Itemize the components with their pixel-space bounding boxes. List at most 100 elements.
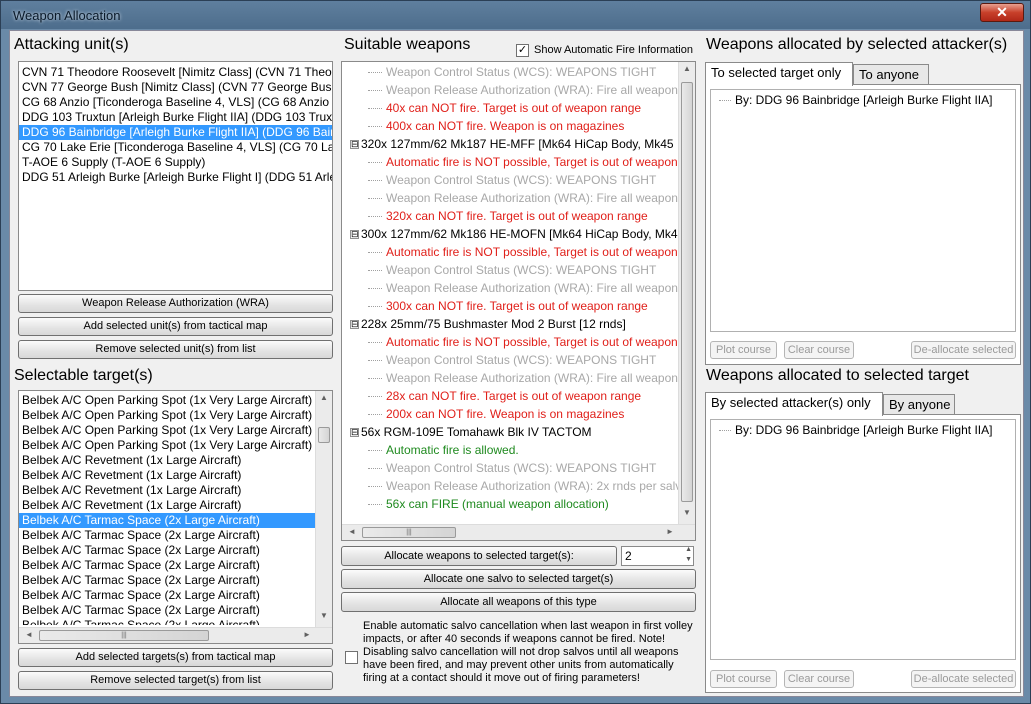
- weapon-tree-detail[interactable]: 300x can NOT fire. Target is out of weap…: [342, 297, 678, 315]
- clear-course-button[interactable]: Clear course: [784, 670, 854, 688]
- collapse-icon[interactable]: ⊟: [350, 428, 359, 438]
- deallocate-selected-button[interactable]: De-allocate selected: [911, 670, 1016, 688]
- scroll-down-arrow-icon[interactable]: ▼: [679, 508, 695, 517]
- target-row[interactable]: Belbek A/C Open Parking Spot (1x Very La…: [19, 393, 315, 408]
- attacking-units-list[interactable]: CVN 71 Theodore Roosevelt [Nimitz Class]…: [18, 61, 333, 291]
- target-row[interactable]: Belbek A/C Tarmac Space (2x Large Aircra…: [19, 528, 315, 543]
- weapon-tree-detail[interactable]: Weapon Control Status (WCS): WEAPONS TIG…: [342, 171, 678, 189]
- plot-course-button[interactable]: Plot course: [710, 670, 777, 688]
- remove-targets-button[interactable]: Remove selected target(s) from list: [18, 671, 333, 690]
- target-row[interactable]: Belbek A/C Tarmac Space (2x Large Aircra…: [19, 543, 315, 558]
- weapon-tree-detail[interactable]: Weapon Control Status (WCS): WEAPONS TIG…: [342, 63, 678, 81]
- tab-by-anyone[interactable]: By anyone: [883, 394, 955, 414]
- weapon-tree-detail[interactable]: Weapon Release Authorization (WRA): Fire…: [342, 279, 678, 297]
- weapon-tree-detail[interactable]: 200x can NOT fire. Weapon is on magazine…: [342, 405, 678, 423]
- allocate-quantity-value[interactable]: 2: [625, 549, 632, 563]
- weapon-tree-detail[interactable]: 320x can NOT fire. Target is out of weap…: [342, 207, 678, 225]
- weapon-tree-detail[interactable]: 400x can NOT fire. Weapon is on magazine…: [342, 117, 678, 135]
- weapon-tree-detail[interactable]: Automatic fire is NOT possible, Target i…: [342, 333, 678, 351]
- target-row[interactable]: Belbek A/C Open Parking Spot (1x Very La…: [19, 423, 315, 438]
- weapon-tree-detail[interactable]: Weapon Release Authorization (WRA): Fire…: [342, 189, 678, 207]
- weapon-tree-detail[interactable]: Automatic fire is NOT possible, Target i…: [342, 153, 678, 171]
- targets-vscroll-thumb[interactable]: [318, 427, 330, 443]
- attacking-unit-row[interactable]: CVN 71 Theodore Roosevelt [Nimitz Class]…: [19, 65, 332, 80]
- attacking-unit-row[interactable]: CG 68 Anzio [Ticonderoga Baseline 4, VLS…: [19, 95, 332, 110]
- attacking-unit-row[interactable]: CVN 77 George Bush [Nimitz Class] (CVN 7…: [19, 80, 332, 95]
- selectable-targets-list[interactable]: Belbek A/C Open Parking Spot (1x Very La…: [18, 390, 333, 644]
- salvo-cancellation-checkbox[interactable]: [345, 651, 358, 664]
- title-bar[interactable]: Weapon Allocation ✕: [1, 1, 1030, 29]
- targets-vscroll[interactable]: ▲ ▼: [315, 391, 332, 627]
- weapon-tree-node[interactable]: ⊟ 228x 25mm/75 Bushmaster Mod 2 Burst [12…: [342, 315, 678, 333]
- weapon-tree-detail[interactable]: Automatic fire is allowed.: [342, 441, 678, 459]
- weapon-tree-detail[interactable]: 56x can FIRE (manual weapon allocation): [342, 495, 678, 513]
- scroll-left-arrow-icon[interactable]: ◄: [344, 527, 360, 536]
- weapon-tree-node[interactable]: ⊟ 56x RGM-109E Tomahawk Blk IV TACTOM: [342, 423, 678, 441]
- to-target-tree-item[interactable]: By: DDG 96 Bainbridge [Arleigh Burke Fli…: [719, 423, 992, 437]
- weapon-tree-detail[interactable]: Weapon Control Status (WCS): WEAPONS TIG…: [342, 261, 678, 279]
- collapse-icon[interactable]: ⊟: [350, 320, 359, 330]
- scroll-up-arrow-icon[interactable]: ▲: [316, 393, 332, 402]
- spinner-down-icon[interactable]: ▼: [685, 556, 692, 563]
- allocate-salvo-button[interactable]: Allocate one salvo to selected target(s): [341, 569, 696, 589]
- allocate-weapons-button[interactable]: Allocate weapons to selected target(s):: [341, 546, 617, 566]
- to-target-tree[interactable]: By: DDG 96 Bainbridge [Arleigh Burke Fli…: [710, 419, 1016, 660]
- collapse-icon[interactable]: ⊟: [350, 140, 359, 150]
- weapon-tree-detail[interactable]: 28x can NOT fire. Target is out of weapo…: [342, 387, 678, 405]
- tab-by-selected-attackers-only[interactable]: By selected attacker(s) only: [705, 392, 883, 416]
- weapon-tree-detail[interactable]: Weapon Release Authorization (WRA): Fire…: [342, 369, 678, 387]
- target-row[interactable]: Belbek A/C Tarmac Space (2x Large Aircra…: [19, 558, 315, 573]
- weapon-tree-detail[interactable]: Weapon Control Status (WCS): WEAPONS TIG…: [342, 351, 678, 369]
- weapons-vscroll-thumb[interactable]: [681, 82, 693, 502]
- allocate-quantity-spinner[interactable]: 2 ▲ ▼: [621, 546, 694, 566]
- scroll-right-arrow-icon[interactable]: ►: [662, 527, 678, 536]
- deallocate-selected-button[interactable]: De-allocate selected: [911, 341, 1016, 359]
- close-button[interactable]: ✕: [980, 3, 1024, 22]
- plot-course-button[interactable]: Plot course: [710, 341, 777, 359]
- attacking-unit-row[interactable]: DDG 51 Arleigh Burke [Arleigh Burke Flig…: [19, 170, 332, 185]
- weapon-tree-node[interactable]: ⊟ 300x 127mm/62 Mk186 HE-MOFN [Mk64 HiCap…: [342, 225, 678, 243]
- allocate-all-button[interactable]: Allocate all weapons of this type: [341, 592, 696, 612]
- target-row[interactable]: Belbek A/C Open Parking Spot (1x Very La…: [19, 438, 315, 453]
- by-attacker-tree[interactable]: By: DDG 96 Bainbridge [Arleigh Burke Fli…: [710, 89, 1016, 332]
- add-targets-button[interactable]: Add selected targets(s) from tactical ma…: [18, 648, 333, 667]
- scroll-up-arrow-icon[interactable]: ▲: [679, 64, 695, 73]
- weapon-tree-detail[interactable]: Automatic fire is NOT possible, Target i…: [342, 243, 678, 261]
- target-row[interactable]: Belbek A/C Revetment (1x Large Aircraft): [19, 483, 315, 498]
- target-row[interactable]: Belbek A/C Tarmac Space (2x Large Aircra…: [19, 588, 315, 603]
- weapons-vscroll[interactable]: ▲ ▼: [678, 62, 695, 524]
- tab-to-anyone[interactable]: To anyone: [853, 64, 929, 84]
- target-row[interactable]: Belbek A/C Tarmac Space (2x Large Aircra…: [19, 618, 315, 625]
- scroll-right-arrow-icon[interactable]: ►: [299, 630, 315, 639]
- attacking-unit-row[interactable]: T-AOE 6 Supply (T-AOE 6 Supply): [19, 155, 332, 170]
- attacking-unit-row[interactable]: DDG 103 Truxtun [Arleigh Burke Flight II…: [19, 110, 332, 125]
- targets-hscroll-thumb[interactable]: |||: [39, 630, 209, 641]
- wra-button[interactable]: Weapon Release Authorization (WRA): [18, 294, 333, 313]
- targets-hscroll[interactable]: ◄ ||| ►: [19, 627, 332, 643]
- target-row[interactable]: Belbek A/C Revetment (1x Large Aircraft): [19, 498, 315, 513]
- scroll-down-arrow-icon[interactable]: ▼: [316, 611, 332, 620]
- suitable-weapons-tree[interactable]: Weapon Control Status (WCS): WEAPONS TIG…: [341, 61, 696, 541]
- scroll-left-arrow-icon[interactable]: ◄: [21, 630, 37, 639]
- spinner-up-icon[interactable]: ▲: [685, 546, 692, 553]
- weapon-tree-detail[interactable]: Weapon Control Status (WCS): WEAPONS TIG…: [342, 459, 678, 477]
- target-row[interactable]: Belbek A/C Revetment (1x Large Aircraft): [19, 468, 315, 483]
- target-row[interactable]: Belbek A/C Tarmac Space (2x Large Aircra…: [19, 513, 315, 528]
- weapons-hscroll-thumb[interactable]: |||: [362, 527, 456, 538]
- weapons-hscroll[interactable]: ◄ ||| ►: [342, 524, 695, 540]
- add-units-button[interactable]: Add selected unit(s) from tactical map: [18, 317, 333, 336]
- attacking-unit-row[interactable]: DDG 96 Bainbridge [Arleigh Burke Flight …: [19, 125, 332, 140]
- show-auto-fire-checkbox[interactable]: ✓: [516, 44, 529, 57]
- target-row[interactable]: Belbek A/C Revetment (1x Large Aircraft): [19, 453, 315, 468]
- target-row[interactable]: Belbek A/C Tarmac Space (2x Large Aircra…: [19, 603, 315, 618]
- weapon-tree-detail[interactable]: 40x can NOT fire. Target is out of weapo…: [342, 99, 678, 117]
- attacking-unit-row[interactable]: CG 70 Lake Erie [Ticonderoga Baseline 4,…: [19, 140, 332, 155]
- by-attacker-tree-item[interactable]: By: DDG 96 Bainbridge [Arleigh Burke Fli…: [719, 93, 992, 107]
- target-row[interactable]: Belbek A/C Open Parking Spot (1x Very La…: [19, 408, 315, 423]
- clear-course-button[interactable]: Clear course: [784, 341, 854, 359]
- tab-to-selected-target-only[interactable]: To selected target only: [705, 62, 853, 86]
- weapon-tree-detail[interactable]: Weapon Release Authorization (WRA): 2x r…: [342, 477, 678, 495]
- weapon-tree-detail[interactable]: Weapon Release Authorization (WRA): Fire…: [342, 81, 678, 99]
- weapon-tree-node[interactable]: ⊟ 320x 127mm/62 Mk187 HE-MFF [Mk64 HiCap …: [342, 135, 678, 153]
- collapse-icon[interactable]: ⊟: [350, 230, 359, 240]
